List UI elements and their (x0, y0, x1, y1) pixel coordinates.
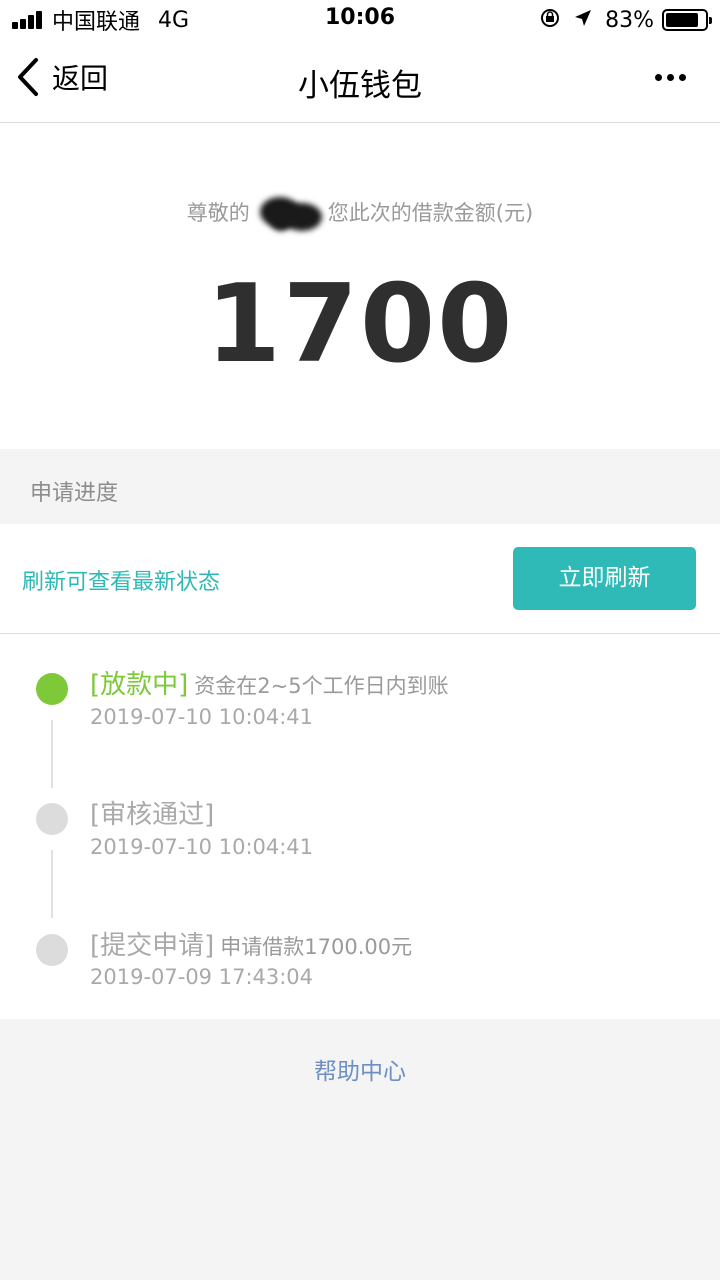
status-bar-right: 83% (539, 6, 712, 34)
status-label: [提交申请] (90, 931, 215, 961)
status-label: [放款中] (90, 670, 189, 700)
timeline-timestamp: 2019-07-10 10:04:41 (90, 835, 314, 859)
refresh-row: 刷新可查看最新状态 立即刷新 (0, 524, 720, 634)
section-label-progress: 申请进度 (30, 481, 119, 506)
timeline-timestamp: 2019-07-09 17:43:04 (90, 965, 314, 989)
loan-amount-card: 尊敬的 您此次的借款金额(元) 1700 (0, 123, 720, 449)
timeline-status: [提交申请] 申请借款1700.00元 (90, 925, 412, 962)
timeline-dot-disbursing (36, 673, 68, 705)
redacted-name (254, 195, 324, 233)
status-description: 申请借款1700.00元 (220, 935, 413, 959)
more-options-icon[interactable] (650, 74, 686, 81)
timeline-dot-submitted (36, 934, 68, 966)
nav-bar: 返回 小伍钱包 (0, 40, 720, 123)
loan-amount: 1700 (205, 262, 515, 387)
timeline-dot-approved (36, 803, 68, 835)
battery-percent: 83% (605, 7, 654, 33)
battery-icon (662, 9, 712, 31)
timeline-timestamp: 2019-07-10 10:04:41 (90, 705, 314, 729)
status-description: 资金在2~5个工作日内到账 (194, 674, 449, 698)
refresh-button[interactable]: 立即刷新 (513, 547, 696, 610)
loan-greeting: 尊敬的 您此次的借款金额(元) (0, 195, 720, 233)
refresh-hint: 刷新可查看最新状态 (22, 570, 221, 595)
progress-timeline: [放款中] 资金在2~5个工作日内到账 2019-07-10 10:04:41 [… (0, 634, 720, 1019)
greeting-prefix: 尊敬的 (186, 201, 250, 225)
timeline-status: [审核通过] (90, 794, 214, 831)
help-center-link[interactable]: 帮助中心 (0, 1052, 720, 1086)
status-label: [审核通过] (90, 800, 215, 830)
status-bar: 中国联通 4G 10:06 83% (0, 0, 720, 40)
page-title: 小伍钱包 (298, 68, 422, 104)
battery-fill (666, 13, 698, 27)
location-arrow-icon (573, 8, 593, 33)
timeline-connector (51, 720, 53, 788)
timeline-status: [放款中] 资金在2~5个工作日内到账 (90, 664, 449, 701)
timeline-connector (51, 850, 53, 918)
rotation-lock-icon (539, 7, 561, 34)
greeting-suffix: 您此次的借款金额(元) (327, 201, 534, 225)
